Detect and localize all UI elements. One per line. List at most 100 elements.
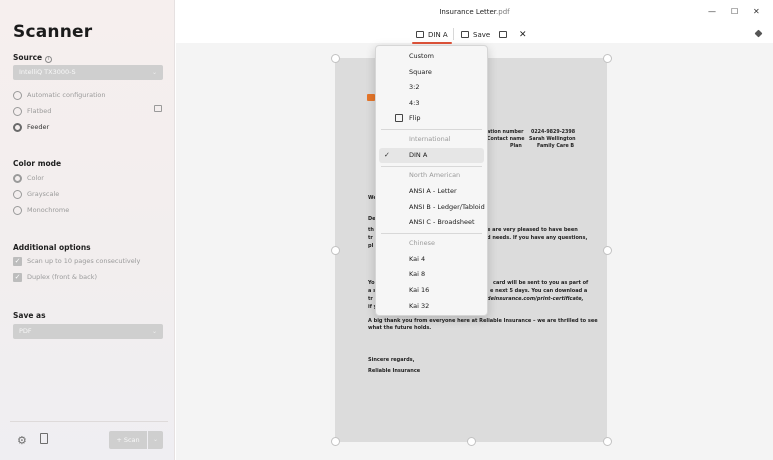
- doc-line: d needs. If you have any questions,: [487, 235, 588, 241]
- doc-field-key: ation number: [487, 130, 524, 135]
- doc-field-key: Plan: [510, 144, 522, 149]
- doc-field-value: Family Care B: [537, 144, 575, 149]
- menu-header-international: International: [409, 135, 451, 143]
- menu-header-chinese: Chinese: [409, 239, 435, 247]
- active-indicator: [412, 42, 452, 44]
- scanner-window: Scanner Source i IntelliQ TX3000-S ⌄ Auto…: [0, 0, 773, 460]
- close-window-button[interactable]: ✕: [753, 7, 760, 16]
- gear-icon[interactable]: ⚙: [17, 434, 27, 447]
- crop-handle-bottom-right[interactable]: [603, 437, 612, 446]
- checkbox-scan-consecutive[interactable]: ✓ Scan up to 10 pages consecutively: [13, 256, 140, 266]
- menu-item-ansi-c[interactable]: ANSI C - Broadsheet: [376, 215, 487, 230]
- save-as-value: PDF: [19, 327, 32, 335]
- aspect-ratio-menu: Custom Square 3:2 4:3 Flip International…: [375, 45, 488, 316]
- radio-circle-icon: [13, 173, 22, 183]
- crop-handle-top-left[interactable]: [331, 54, 340, 63]
- minimize-button[interactable]: —: [708, 7, 716, 16]
- menu-item-din-a[interactable]: ✓ DIN A: [379, 148, 484, 163]
- save-as-select[interactable]: PDF ⌄: [13, 324, 163, 339]
- menu-item-label: DIN A: [409, 151, 428, 159]
- menu-item-kai-4[interactable]: Kai 4: [376, 252, 487, 267]
- doc-line: tr: [368, 235, 373, 241]
- doc-field-value: 0224-9829-2398: [531, 130, 576, 135]
- doc-line: deinsurance.com/print-certificate,: [487, 296, 584, 302]
- doc-line: Yo: [368, 280, 375, 286]
- menu-item-kai-32[interactable]: Kai 32: [376, 299, 487, 314]
- radio-color[interactable]: Color: [13, 173, 44, 183]
- radio-circle-icon: [13, 205, 22, 215]
- chevron-down-icon: ⌄: [152, 436, 159, 443]
- title-extension: .pdf: [496, 8, 510, 16]
- flatbed-preview-icon[interactable]: [154, 105, 162, 112]
- flip-icon: [395, 114, 403, 122]
- din-a-label: DIN A: [428, 31, 448, 39]
- radio-label: Feeder: [27, 123, 50, 131]
- doc-line: th: [368, 227, 374, 233]
- additional-options-label: Additional options: [13, 243, 91, 252]
- radio-flatbed[interactable]: Flatbed: [13, 106, 51, 116]
- menu-item-ansi-b[interactable]: ANSI B - Ledger/Tabloid: [376, 200, 487, 215]
- menu-item-3-2[interactable]: 3:2: [376, 80, 487, 95]
- menu-item-custom[interactable]: Custom: [376, 49, 487, 64]
- radio-label: Flatbed: [27, 107, 52, 115]
- crop-handle-right[interactable]: [603, 246, 612, 255]
- doc-line: pl: [368, 243, 374, 249]
- radio-circle-icon: [13, 189, 22, 199]
- scan-button[interactable]: + Scan: [109, 431, 147, 449]
- doc-line: what the future holds.: [368, 325, 432, 331]
- radio-circle-icon: [13, 106, 22, 116]
- radio-label: Monochrome: [27, 206, 70, 214]
- menu-separator: [381, 233, 482, 234]
- save-button[interactable]: Save: [461, 29, 490, 41]
- crop-handle-bottom[interactable]: [467, 437, 476, 446]
- radio-circle-icon: [13, 122, 22, 132]
- info-icon[interactable]: i: [45, 56, 53, 63]
- source-label: Source i: [13, 53, 53, 63]
- checkmark-icon: ✓: [13, 272, 22, 282]
- radio-label: Automatic configuration: [27, 91, 106, 99]
- doc-line: card will be sent to you as part of: [493, 280, 589, 286]
- checkmark-icon: ✓: [384, 151, 390, 159]
- crop-handle-bottom-left[interactable]: [331, 437, 340, 446]
- radio-label: Color: [27, 174, 44, 182]
- radio-monochrome[interactable]: Monochrome: [13, 205, 69, 215]
- discard-button[interactable]: ✕: [519, 29, 527, 41]
- menu-item-square[interactable]: Square: [376, 65, 487, 80]
- copy-icon: [499, 31, 507, 38]
- crop-icon: [416, 31, 424, 38]
- copy-button[interactable]: [499, 29, 507, 41]
- doc-line: e next 5 days. You can download a: [490, 288, 588, 294]
- source-select[interactable]: IntelliQ TX3000-S ⌄: [13, 65, 163, 80]
- radio-automatic[interactable]: Automatic configuration: [13, 90, 106, 100]
- checkbox-label: Scan up to 10 pages consecutively: [27, 257, 141, 265]
- menu-header-north-american: North American: [409, 171, 461, 179]
- chevron-down-icon: ⌄: [151, 328, 157, 335]
- radio-feeder[interactable]: Feeder: [13, 122, 49, 132]
- checkmark-icon: ✓: [13, 256, 22, 266]
- window-title: Insurance Letter.pdf: [176, 8, 773, 16]
- radio-circle-icon: [13, 90, 22, 100]
- menu-item-flip[interactable]: Flip: [376, 111, 487, 126]
- save-icon: [461, 31, 469, 38]
- din-a-button[interactable]: DIN A: [416, 29, 448, 41]
- source-label-text: Source: [13, 53, 43, 62]
- radio-grayscale[interactable]: Grayscale: [13, 189, 59, 199]
- doc-line: e are very pleased to have been: [487, 227, 578, 233]
- crop-handle-left[interactable]: [331, 246, 340, 255]
- close-icon: ✕: [519, 30, 527, 40]
- scan-options-dropdown[interactable]: ⌄: [148, 431, 163, 449]
- document-icon[interactable]: [40, 433, 48, 444]
- menu-item-kai-16[interactable]: Kai 16: [376, 283, 487, 298]
- checkbox-duplex[interactable]: ✓ Duplex (front & back): [13, 272, 97, 282]
- save-label: Save: [473, 31, 491, 39]
- crop-handle-top-right[interactable]: [603, 54, 612, 63]
- menu-item-kai-8[interactable]: Kai 8: [376, 267, 487, 282]
- menu-item-4-3[interactable]: 4:3: [376, 96, 487, 111]
- maximize-button[interactable]: ☐: [731, 7, 738, 16]
- menu-item-ansi-a[interactable]: ANSI A - Letter: [376, 184, 487, 199]
- color-mode-label: Color mode: [13, 159, 62, 168]
- checkbox-label: Duplex (front & back): [27, 273, 98, 281]
- radio-label: Grayscale: [27, 190, 60, 198]
- company-logo: [367, 94, 375, 101]
- menu-separator: [381, 166, 482, 167]
